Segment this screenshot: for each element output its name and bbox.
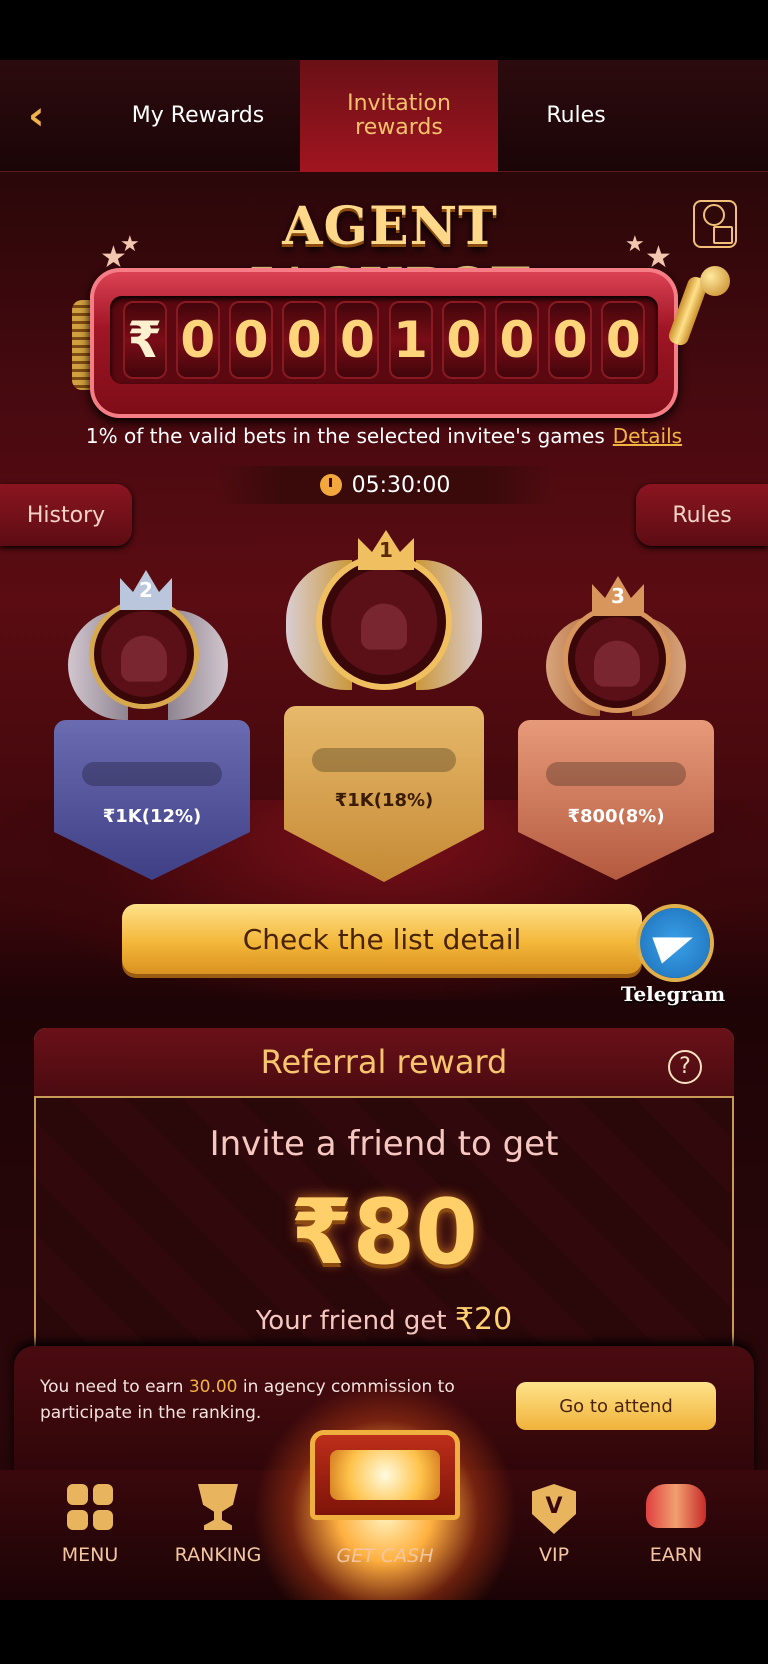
- vip-shield-icon: [532, 1484, 576, 1534]
- chest-gold: [330, 1450, 440, 1500]
- alarm-clock-icon: [319, 474, 342, 496]
- nav-earn-label[interactable]: EARN: [606, 1544, 746, 1566]
- avatar-placeholder-icon: [361, 603, 407, 650]
- jackpot-description: 1% of the valid bets in the selected inv…: [0, 424, 768, 448]
- jackpot-digit: 0: [494, 301, 539, 379]
- jackpot-digit: 0: [601, 301, 646, 379]
- description-text: 1% of the valid bets in the selected inv…: [85, 424, 605, 448]
- jackpot-digit: 0: [282, 301, 327, 379]
- go-to-attend-button[interactable]: Go to attend: [516, 1382, 716, 1430]
- system-nav-area: [0, 1600, 768, 1664]
- nav-get-cash-label[interactable]: GET CASH: [300, 1545, 470, 1567]
- avatar-placeholder-icon: [594, 640, 640, 687]
- tab-label: Rules: [546, 103, 606, 128]
- history-button[interactable]: History: [0, 484, 132, 546]
- nav-menu[interactable]: [30, 1484, 150, 1530]
- timer-value: 05:30:00: [351, 472, 451, 498]
- attend-label: Go to attend: [559, 1395, 673, 1417]
- tab-bar: My Rewards Invitation rewards Rules: [0, 60, 768, 172]
- avatar-placeholder-icon: [121, 635, 167, 682]
- check-list-detail-button[interactable]: Check the list detail: [122, 904, 642, 974]
- referral-header: Referral reward: [34, 1028, 734, 1098]
- trophy-icon: [198, 1484, 238, 1530]
- rules-button[interactable]: Rules: [636, 484, 768, 546]
- star-icon: ★: [120, 232, 140, 257]
- jackpot-digit: 0: [548, 301, 593, 379]
- rank-1-reward: ₹1K(18%): [334, 790, 434, 811]
- referral-title: Referral reward: [260, 1043, 508, 1081]
- nav-ranking-label[interactable]: RANKING: [148, 1544, 288, 1566]
- tab-invitation-rewards[interactable]: Invitation rewards: [300, 60, 498, 172]
- friend-reward: Your friend get ₹20: [34, 1302, 734, 1337]
- jackpot-digit: 0: [335, 301, 380, 379]
- rank-3-crown: 3: [592, 576, 644, 616]
- rank-1-avatar-frame: [322, 560, 446, 684]
- nav-vip-label[interactable]: VIP: [484, 1544, 624, 1566]
- rank-3-reward: ₹800(8%): [567, 806, 665, 827]
- invite-gift-icon[interactable]: [693, 200, 737, 248]
- rank-3-name-bar: [546, 762, 686, 786]
- nav-ranking[interactable]: [158, 1484, 278, 1530]
- rank-2-avatar-frame: [94, 604, 194, 704]
- back-button[interactable]: ‹: [28, 96, 72, 136]
- lever-knob: [700, 266, 730, 296]
- friend-reward-prefix: Your friend get: [255, 1306, 447, 1336]
- tab-rules[interactable]: Rules: [500, 60, 652, 172]
- check-list-label: Check the list detail: [242, 922, 522, 956]
- tab-my-rewards[interactable]: My Rewards: [100, 60, 296, 172]
- handshake-icon: [646, 1484, 706, 1528]
- jackpot-counter: ₹ 0 0 0 0 1 0 0 0 0: [110, 296, 658, 384]
- jackpot-digit: 1: [388, 301, 433, 379]
- jackpot-digit: 0: [175, 301, 220, 379]
- invite-reward-amount: ₹80: [290, 1180, 478, 1285]
- rank-1-crown: 1: [358, 530, 414, 570]
- nav-menu-label[interactable]: MENU: [20, 1544, 160, 1566]
- help-icon[interactable]: ?: [668, 1050, 702, 1084]
- countdown-timer: 05:30:00: [215, 466, 555, 504]
- invite-text: Invite a friend to get: [209, 1124, 559, 1164]
- rules-label: Rules: [672, 502, 732, 528]
- tab-label: My Rewards: [131, 103, 265, 128]
- status-bar-area: [0, 0, 768, 60]
- commission-amount: 30.00: [188, 1377, 238, 1397]
- jackpot-digit: 0: [441, 301, 486, 379]
- nav-earn[interactable]: [616, 1484, 736, 1528]
- rank-1-name-bar: [312, 748, 456, 772]
- tab-label: Invitation rewards: [347, 91, 451, 140]
- telegram-label[interactable]: Telegram: [608, 982, 738, 1006]
- notice-prefix: You need to earn: [40, 1377, 184, 1397]
- details-link[interactable]: Details: [613, 424, 682, 448]
- rank-2-reward: ₹1K(12%): [102, 806, 202, 827]
- app-root: My Rewards Invitation rewards Rules ‹ ★ …: [0, 0, 768, 1664]
- rank-2-name-bar: [82, 762, 222, 786]
- jackpot-digit: 0: [228, 301, 273, 379]
- history-label: History: [26, 502, 106, 528]
- currency-symbol: ₹: [122, 301, 167, 379]
- chevron-left-icon: ‹: [28, 93, 45, 139]
- nav-vip[interactable]: [494, 1484, 614, 1534]
- telegram-icon[interactable]: [640, 908, 710, 978]
- menu-grid-icon: [67, 1484, 113, 1530]
- friend-reward-amount: ₹20: [454, 1302, 513, 1337]
- paper-plane-icon: [652, 924, 698, 964]
- rank-3-avatar-frame: [568, 610, 666, 708]
- rank-2-crown: 2: [120, 570, 172, 610]
